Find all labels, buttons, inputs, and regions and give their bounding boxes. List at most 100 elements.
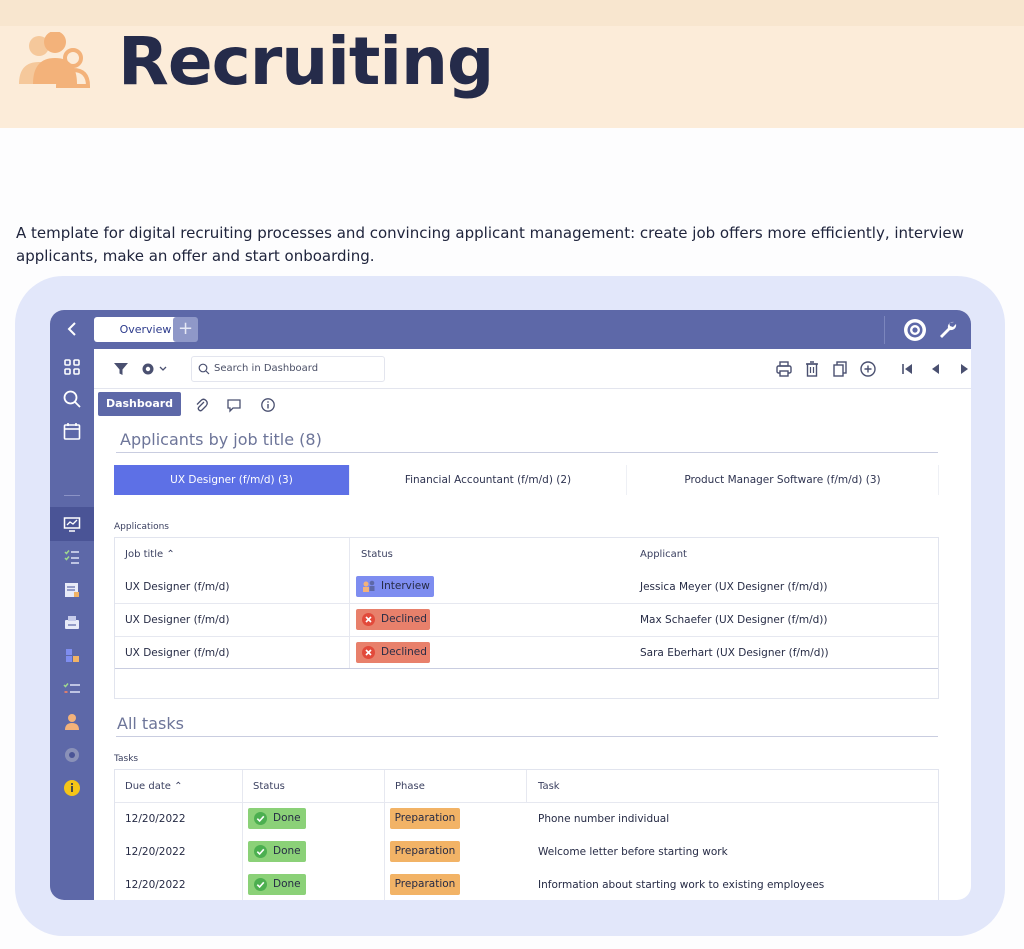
template-description: A template for digital recruiting proces… [16,224,964,265]
cell-task[interactable]: Welcome letter before starting work [538,846,728,858]
declined-x-icon [362,646,375,659]
phase-badge[interactable]: Preparation [390,841,460,862]
row-divider [115,668,938,669]
job-title-tabs: UX Designer (f/m/d) (3) Financial Accoun… [114,465,939,495]
job-tab-financial-accountant[interactable]: Financial Accountant (f/m/d) (2) [350,465,627,495]
status-badge-done[interactable]: Done [248,874,306,895]
interview-people-icon [363,580,375,592]
column-header-job-title[interactable]: Job title ⌃ [125,549,175,560]
search-icon[interactable] [62,389,82,409]
column-header-phase[interactable]: Phase [395,781,425,792]
org-chart-icon[interactable] [62,646,82,666]
tasks-section-title: All tasks [117,714,184,733]
column-header-status[interactable]: Status [361,549,393,560]
applications-label: Applications [114,522,169,532]
status-badge-declined[interactable]: Declined [356,642,430,663]
status-badge-done[interactable]: Done [248,808,306,829]
phase-badge[interactable]: Preparation [390,808,460,829]
wrench-icon[interactable] [937,319,957,339]
status-label: Done [273,812,301,824]
status-label: Done [273,845,301,857]
grid-icon[interactable] [62,357,82,377]
job-tab-ux-designer[interactable]: UX Designer (f/m/d) (3) [114,465,350,495]
status-label: Done [273,878,301,890]
cell-job-title[interactable]: UX Designer (f/m/d) [125,647,229,659]
applicants-section-title: Applicants by job title (8) [120,430,322,449]
column-divider [526,770,527,802]
calendar-icon[interactable] [62,421,82,441]
person-icon[interactable] [62,712,82,732]
sidebar [50,349,94,900]
checklist-icon[interactable] [62,547,82,567]
phase-label: Preparation [394,878,456,890]
gear-dropdown-icon[interactable] [140,360,170,378]
printer-tray-icon[interactable] [62,613,82,633]
add-circle-icon[interactable] [859,360,877,378]
settings-gear-icon[interactable] [62,745,82,765]
cell-applicant[interactable]: Sara Eberhart (UX Designer (f/m/d)) [640,647,829,659]
status-badge-interview[interactable]: Interview [356,576,434,597]
column-header-status[interactable]: Status [253,781,285,792]
check-icon [254,845,267,858]
document-edit-icon[interactable] [62,580,82,600]
dashboard-toolbar: Search in Dashboard [94,349,971,389]
back-icon[interactable] [64,318,80,340]
dashboard-monitor-icon[interactable] [62,514,82,534]
filter-icon[interactable] [112,360,130,378]
trash-icon[interactable] [803,360,821,378]
target-icon[interactable] [903,318,927,342]
phase-badge[interactable]: Preparation [390,874,460,895]
previous-page-icon[interactable] [927,360,945,378]
search-input[interactable]: Search in Dashboard [191,356,385,382]
task-list-icon[interactable] [62,679,82,699]
section-divider [116,736,938,737]
column-header-task[interactable]: Task [538,781,560,792]
top-bar: Overview + [50,310,971,349]
status-badge-declined[interactable]: Declined [356,609,430,630]
info-icon[interactable] [62,778,82,798]
status-label: Declined [381,613,427,625]
next-page-icon[interactable] [955,360,971,378]
tasks-table: Due date ⌃ Status Phase Task 12/20/2022 … [114,769,939,900]
cell-applicant[interactable]: Jessica Meyer (UX Designer (f/m/d)) [640,581,827,593]
cell-task[interactable]: Phone number individual [538,813,669,825]
job-tab-product-manager[interactable]: Product Manager Software (f/m/d) (3) [627,465,939,495]
status-label: Interview [381,580,430,592]
declined-x-icon [362,613,375,626]
sidebar-divider [64,495,80,496]
row-divider [115,603,938,604]
page-title: Recruiting [118,23,494,100]
cell-due-date[interactable]: 12/20/2022 [125,813,186,825]
column-header-applicant[interactable]: Applicant [640,549,687,560]
applications-table: Job title ⌃ Status Applicant UX Designer… [114,537,939,699]
tab-dashboard[interactable]: Dashboard [98,392,181,416]
comment-icon[interactable] [226,397,242,413]
people-group-icon [19,32,91,88]
dashboard-subtabs: Dashboard [94,389,971,421]
cell-due-date[interactable]: 12/20/2022 [125,846,186,858]
column-divider [242,770,243,900]
paperclip-icon[interactable] [194,397,208,413]
cell-job-title[interactable]: UX Designer (f/m/d) [125,581,229,593]
copy-icon[interactable] [831,360,849,378]
tasks-label: Tasks [114,754,139,764]
cell-job-title[interactable]: UX Designer (f/m/d) [125,614,229,626]
column-divider [384,770,385,900]
first-page-icon[interactable] [899,360,917,378]
column-header-due-date[interactable]: Due date ⌃ [125,781,182,792]
cell-applicant[interactable]: Max Schaefer (UX Designer (f/m/d)) [640,614,827,626]
info-circle-icon[interactable] [260,397,276,413]
search-placeholder: Search in Dashboard [214,363,319,374]
check-icon [254,878,267,891]
status-badge-done[interactable]: Done [248,841,306,862]
cell-due-date[interactable]: 12/20/2022 [125,879,186,891]
phase-label: Preparation [394,812,456,824]
check-icon [254,812,267,825]
row-divider [115,636,938,637]
row-divider [115,802,938,803]
phase-label: Preparation [394,845,456,857]
hero-banner: Recruiting [0,0,1024,128]
print-icon[interactable] [775,360,793,378]
add-tab-button[interactable]: + [173,317,198,342]
cell-task[interactable]: Information about starting work to exist… [538,879,824,891]
